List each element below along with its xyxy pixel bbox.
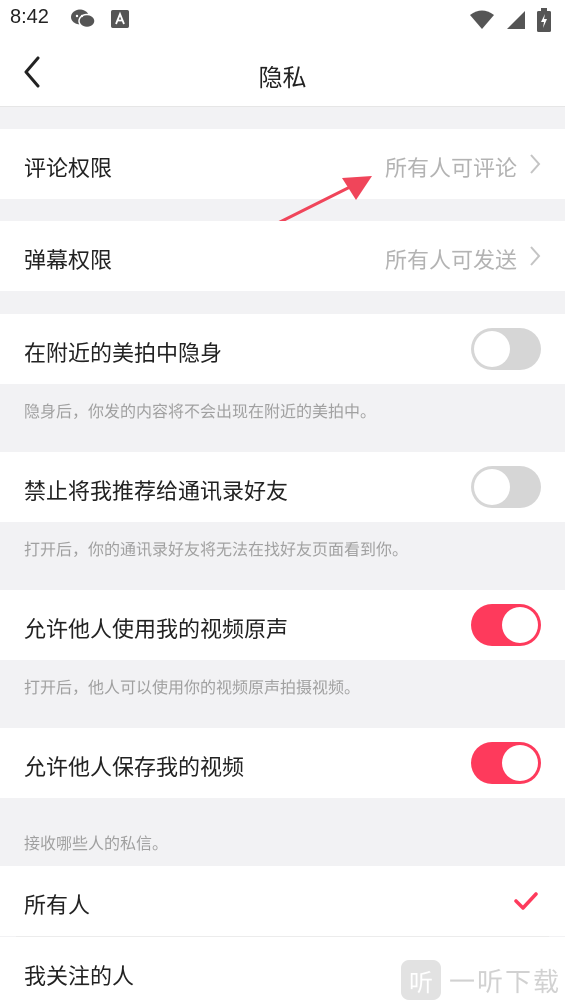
status-time: 8:42	[10, 6, 49, 28]
comment-permission-value: 所有人可评论	[384, 157, 517, 182]
message-option-label: 我关注的人	[24, 965, 135, 990]
hide-nearby-label: 在附近的美拍中隐身	[24, 342, 223, 367]
a-icon	[110, 9, 130, 33]
watermark-badge: 听	[400, 960, 441, 1000]
wechat-icon	[70, 8, 96, 34]
allow-save-video-label: 允许他人保存我的视频	[24, 756, 245, 781]
allow-save-video-toggle[interactable]	[471, 742, 541, 784]
wifi-icon	[469, 9, 495, 35]
danmaku-permission-value: 所有人可发送	[384, 249, 517, 274]
status-icons-left	[70, 8, 130, 34]
signal-icon	[505, 9, 527, 35]
toggle-knob	[474, 469, 510, 505]
no-contact-recommend-hint: 打开后，你的通讯录好友将无法在找好友页面看到你。	[24, 540, 409, 559]
watermark-text: 一听下载	[448, 967, 561, 998]
page-title: 隐私	[258, 64, 307, 92]
status-bar: 8:42	[0, 0, 565, 38]
allow-original-audio-toggle[interactable]	[471, 604, 541, 646]
checkmark-icon	[514, 892, 538, 910]
danmaku-permission-label: 弹幕权限	[24, 249, 113, 274]
allow-save-video-row: 允许他人保存我的视频	[0, 728, 565, 798]
no-contact-recommend-label: 禁止将我推荐给通讯录好友	[24, 480, 289, 505]
allow-original-audio-row: 允许他人使用我的视频原声	[0, 590, 565, 660]
no-contact-recommend-row: 禁止将我推荐给通讯录好友	[0, 452, 565, 522]
nav-bar: 隐私	[0, 38, 565, 107]
hide-nearby-hint: 隐身后，你发的内容将不会出现在附近的美拍中。	[24, 402, 377, 421]
status-icons-right	[469, 8, 551, 36]
toggle-knob	[502, 745, 538, 781]
hide-nearby-toggle[interactable]	[471, 328, 541, 370]
allow-original-audio-label: 允许他人使用我的视频原声	[24, 618, 289, 643]
message-option-label: 所有人	[24, 894, 91, 919]
watermark: 听 一听下载	[400, 960, 561, 1000]
chevron-right-icon	[530, 246, 541, 266]
message-option-everyone[interactable]: 所有人	[0, 866, 565, 936]
toggle-knob	[502, 607, 538, 643]
chevron-right-icon	[530, 154, 541, 174]
danmaku-permission-row[interactable]: 弹幕权限 所有人可发送	[0, 221, 565, 291]
hide-nearby-row: 在附近的美拍中隐身	[0, 314, 565, 384]
battery-icon	[537, 8, 551, 36]
allow-original-audio-hint: 打开后，他人可以使用你的视频原声拍摄视频。	[24, 678, 361, 697]
comment-permission-label: 评论权限	[24, 157, 113, 182]
messages-hint: 接收哪些人的私信。	[24, 834, 169, 853]
no-contact-recommend-toggle[interactable]	[471, 466, 541, 508]
toggle-knob	[474, 331, 510, 367]
